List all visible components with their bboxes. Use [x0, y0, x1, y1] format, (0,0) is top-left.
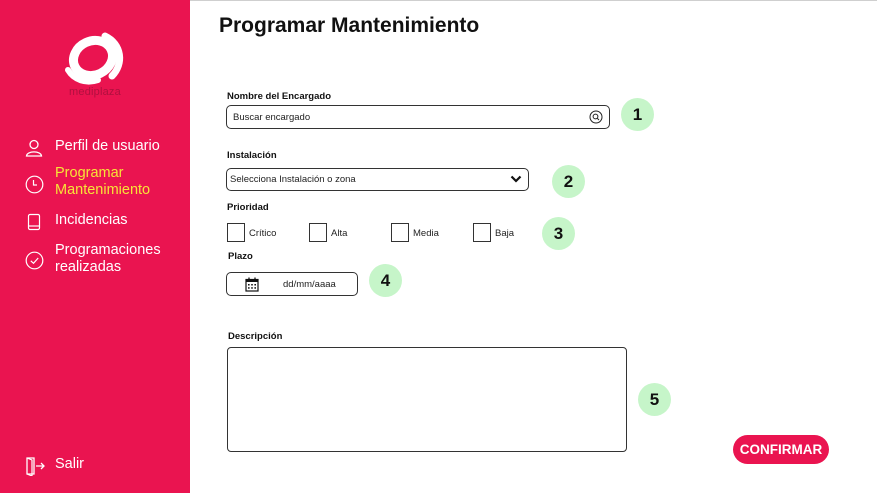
step-badge-3: 3 [542, 217, 575, 250]
sidebar-item-label: Programaciones realizadas [55, 242, 161, 275]
encargado-label: Nombre del Encargado [227, 91, 331, 102]
priority-checkbox-baja[interactable] [473, 223, 491, 242]
logout-label: Salir [55, 456, 85, 472]
instalacion-label: Instalación [227, 150, 277, 161]
logo-text: mediplaza [69, 86, 121, 98]
logout-button[interactable]: Salir [24, 456, 84, 476]
descripcion-textarea[interactable] [227, 347, 627, 452]
priority-label-critico: Crítico [249, 228, 277, 239]
search-icon[interactable] [589, 110, 603, 124]
page-title: Programar Mantenimiento [219, 14, 480, 37]
step-badge-2: 2 [552, 165, 585, 198]
priority-checkbox-media[interactable] [391, 223, 409, 242]
priority-label-baja: Baja [495, 228, 515, 239]
instalacion-selected-value: Selecciona Instalación o zona [230, 174, 356, 185]
descripcion-label: Descripción [228, 331, 283, 342]
prioridad-label: Prioridad [227, 202, 269, 213]
user-icon [24, 138, 44, 158]
sidebar-item-programaciones[interactable]: Programaciones realizadas [24, 242, 161, 275]
priority-label-media: Media [413, 228, 439, 239]
check-circle-icon [24, 250, 44, 270]
chevron-down-icon [510, 174, 522, 187]
encargado-placeholder: Buscar encargado [233, 111, 311, 123]
calendar-icon [245, 277, 259, 295]
logout-icon [24, 456, 46, 476]
instalacion-select[interactable]: Selecciona Instalación o zona [226, 168, 529, 191]
sidebar-item-label: Perfil de usuario [55, 138, 160, 154]
priority-checkbox-critico[interactable] [227, 223, 245, 242]
sidebar-item-perfil[interactable]: Perfil de usuario [24, 138, 160, 158]
top-divider [190, 0, 877, 1]
sidebar-item-incidencias[interactable]: Incidencias [24, 212, 128, 232]
step-badge-5: 5 [638, 383, 671, 416]
sidebar-item-label: Programar Mantenimiento [55, 165, 151, 198]
sidebar: mediplaza Perfil de usuario Programar Ma… [0, 0, 190, 493]
priority-checkbox-alta[interactable] [309, 223, 327, 242]
clock-icon [24, 174, 44, 194]
priority-label-alta: Alta [331, 228, 348, 239]
sidebar-item-programar[interactable]: Programar Mantenimiento [24, 165, 150, 198]
confirm-button[interactable]: CONFIRMAR [733, 435, 829, 464]
sidebar-item-label: Incidencias [55, 212, 128, 228]
encargado-search-input[interactable]: Buscar encargado [226, 105, 610, 129]
plazo-label: Plazo [228, 251, 253, 262]
book-icon [24, 212, 44, 232]
plazo-date-input[interactable]: dd/mm/aaaa [226, 272, 358, 296]
step-badge-4: 4 [369, 264, 402, 297]
plazo-placeholder: dd/mm/aaaa [283, 279, 336, 290]
step-badge-1: 1 [621, 98, 654, 131]
